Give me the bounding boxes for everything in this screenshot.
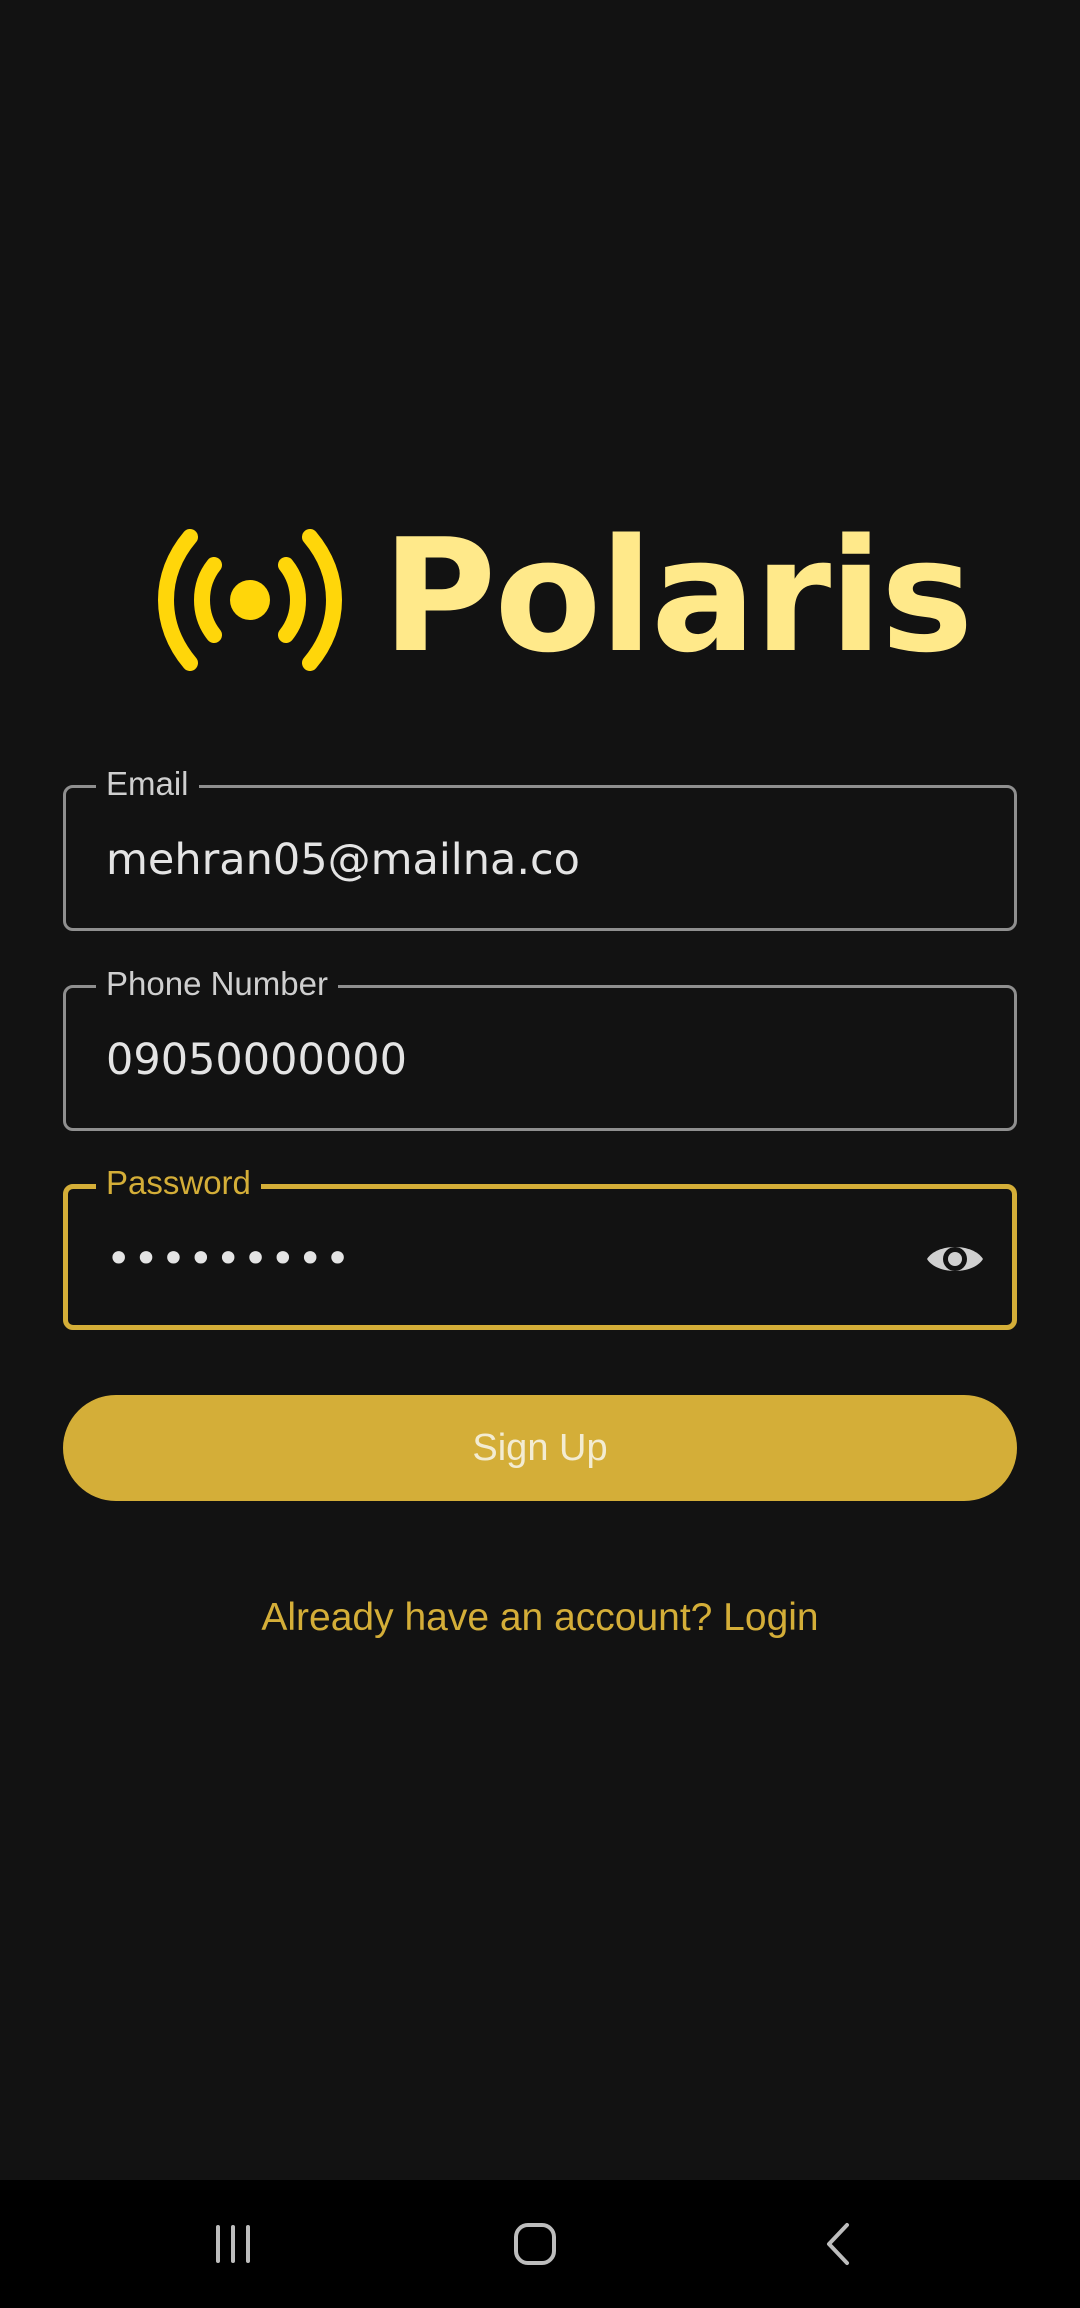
back-button[interactable] xyxy=(758,2180,918,2308)
signup-screen: Polaris Email mehran05@mailna.co Phone N… xyxy=(0,0,1080,2180)
phone-input[interactable]: 09050000000 xyxy=(106,1034,407,1086)
email-input[interactable]: mehran05@mailna.co xyxy=(106,834,580,886)
email-field[interactable]: Email mehran05@mailna.co xyxy=(63,764,1017,931)
eye-icon xyxy=(927,1247,983,1271)
phone-label: Phone Number xyxy=(96,964,338,1004)
show-password-button[interactable] xyxy=(924,1229,986,1289)
password-field[interactable]: Password ••••••••• xyxy=(63,1163,1017,1330)
phone-field[interactable]: Phone Number 09050000000 xyxy=(63,964,1017,1131)
app-logo: Polaris xyxy=(150,518,974,680)
home-button[interactable] xyxy=(455,2180,615,2308)
recent-apps-icon xyxy=(216,2225,250,2263)
password-label: Password xyxy=(96,1163,261,1203)
home-icon xyxy=(514,2223,556,2265)
back-icon xyxy=(827,2223,849,2265)
recent-apps-button[interactable] xyxy=(153,2180,313,2308)
email-label: Email xyxy=(96,764,199,804)
brand-name: Polaris xyxy=(382,505,974,687)
login-link[interactable]: Already have an account? Login xyxy=(0,1590,1080,1646)
broadcast-icon xyxy=(158,529,342,671)
password-input[interactable]: ••••••••• xyxy=(106,1233,352,1285)
sign-up-button[interactable]: Sign Up xyxy=(63,1395,1017,1501)
system-nav-bar xyxy=(0,2180,1080,2308)
